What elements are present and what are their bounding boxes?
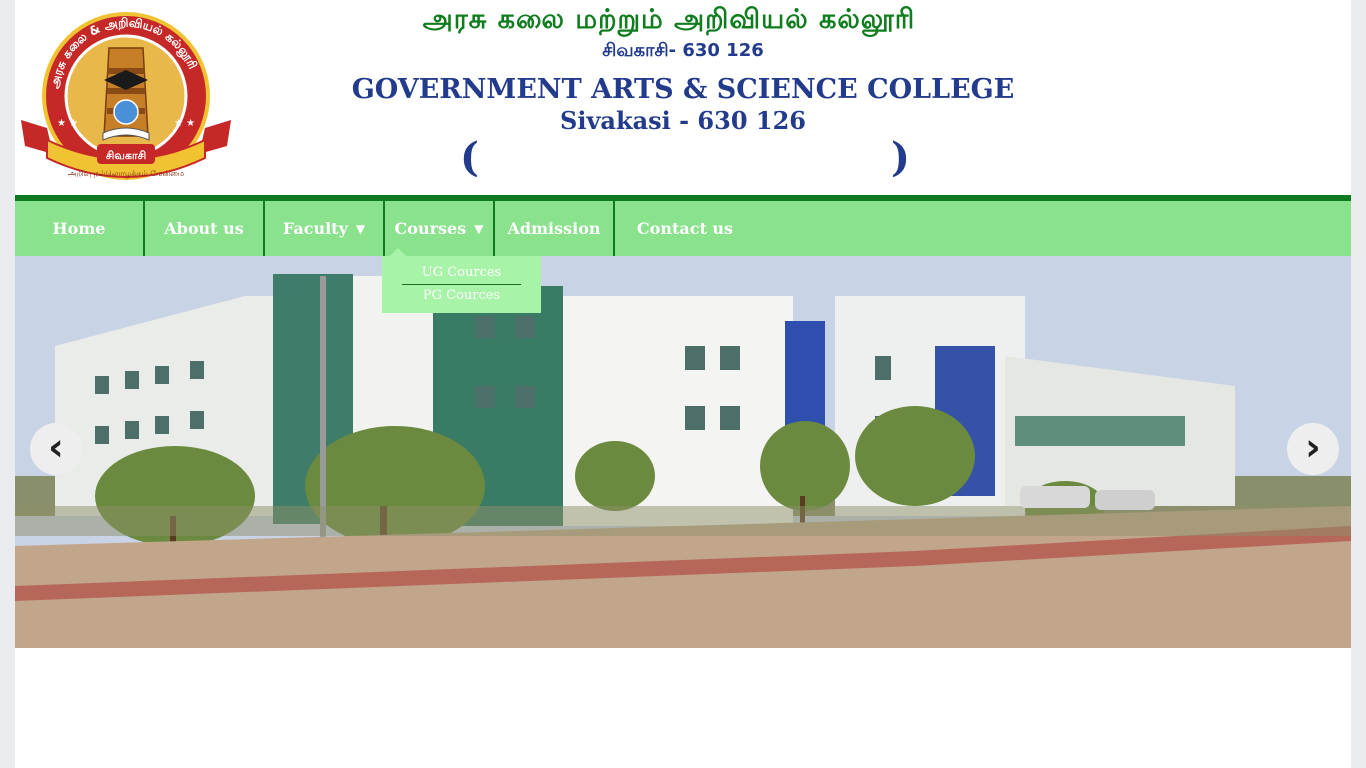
nav-admission[interactable]: Admission — [493, 201, 613, 256]
english-college-title: GOVERNMENT ARTS & SCIENCE COLLEGE — [351, 74, 1015, 105]
courses-dropdown: UG Cources PG Cources — [382, 248, 541, 313]
nav-home[interactable]: Home — [15, 201, 143, 256]
page: அரசு கலை & அறிவியல் கல்லூரி ★ ★ ★ ★ சிவக… — [15, 0, 1351, 768]
tamil-location: சிவகாசி- 630 126 — [602, 40, 764, 61]
site-header: அரசு கலை & அறிவியல் கல்லூரி ★ ★ ★ ★ சிவக… — [15, 0, 1351, 195]
chevron-down-icon: ▼ — [355, 221, 366, 236]
main-nav: Home About us Faculty ▼ Courses ▼ Admissio… — [15, 201, 1351, 256]
nav-admission-label: Admission — [507, 219, 601, 238]
nav-faculty-label: Faculty — [282, 219, 348, 238]
logo-center-text: சிவகாசி — [106, 149, 147, 162]
paren-left: ( — [460, 134, 479, 181]
dropdown-item-ug-cources[interactable]: UG Cources — [402, 265, 521, 280]
campus-building-image — [15, 256, 1351, 648]
slider-next-button[interactable]: › — [1287, 423, 1339, 475]
dropdown-item-pg-cources[interactable]: PG Cources — [402, 288, 521, 303]
tamil-college-title: அரசு கலை மற்றும் அறிவியல் கல்லூரி — [15, 4, 1351, 39]
nav-faculty[interactable]: Faculty ▼ — [263, 201, 383, 256]
logo-motto: அறிவு நல்லொழுக்கம் மேன்மை — [68, 169, 184, 179]
paren-right: ) — [891, 134, 910, 181]
nav-courses-label: Courses — [394, 219, 467, 238]
hero-slider: ‹ › — [15, 256, 1351, 648]
slider-prev-button[interactable]: ‹ — [30, 423, 82, 475]
dropdown-divider — [402, 284, 521, 285]
nav-about[interactable]: About us — [143, 201, 263, 256]
english-location: Sivakasi - 630 126 — [560, 106, 806, 135]
tamil-title-text: அரசு கலை மற்றும் அறிவியல் கல்லூரி — [422, 4, 916, 35]
nav-contact[interactable]: Contact us — [613, 201, 755, 256]
nav-contact-label: Contact us — [636, 219, 734, 238]
chevron-down-icon: ▼ — [474, 221, 484, 236]
nav-home-label: Home — [52, 219, 106, 238]
nav-about-label: About us — [164, 219, 244, 238]
